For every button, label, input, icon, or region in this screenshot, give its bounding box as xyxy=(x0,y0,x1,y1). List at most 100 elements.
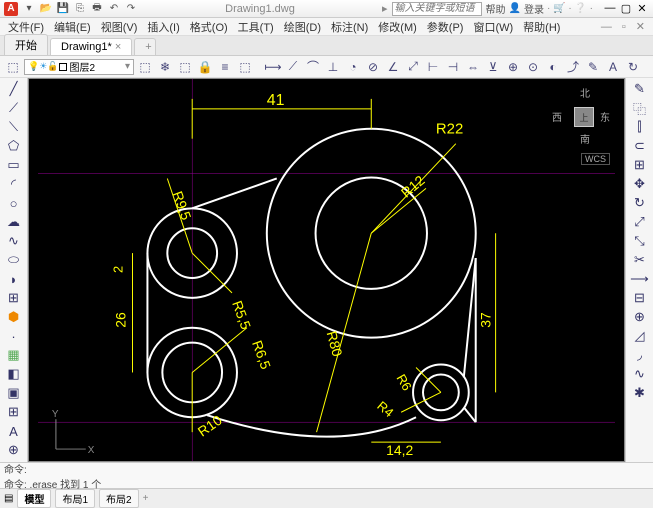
layer-match-icon[interactable]: ≡ xyxy=(216,58,234,76)
command-line[interactable]: 命令: 命令: .erase 找到 1 个 xyxy=(0,462,653,488)
dim-angular-icon[interactable]: ∠ xyxy=(384,58,402,76)
insert-tool-icon[interactable]: ⊞ xyxy=(3,289,25,307)
addselected-tool-icon[interactable]: ⊕ xyxy=(3,441,25,459)
user-icon[interactable]: 👤 xyxy=(509,3,521,14)
menu-view[interactable]: 视图(V) xyxy=(97,19,142,35)
offset-tool-icon[interactable]: ⊂ xyxy=(629,137,651,155)
dim-diameter-icon[interactable]: ⊘ xyxy=(364,58,382,76)
dim-space-icon[interactable]: ⇔ xyxy=(464,58,482,76)
doc-close-button[interactable]: ✕ xyxy=(632,20,649,33)
tab-layout1[interactable]: 布局1 xyxy=(55,489,95,508)
region-tool-icon[interactable]: ▣ xyxy=(3,384,25,402)
fillet-tool-icon[interactable]: ◞ xyxy=(629,346,651,364)
spline-tool-icon[interactable]: ∿ xyxy=(3,232,25,250)
menu-tools[interactable]: 工具(T) xyxy=(234,19,278,35)
layer-freeze-icon[interactable]: ❄ xyxy=(156,58,174,76)
tab-start[interactable]: 开始 xyxy=(4,34,48,55)
copy-tool-icon[interactable]: ⿻ xyxy=(629,99,651,117)
circle-tool-icon[interactable]: ○ xyxy=(3,194,25,212)
menu-file[interactable]: 文件(F) xyxy=(4,19,48,35)
hatch-tool-icon[interactable]: ▦ xyxy=(3,346,25,364)
mirror-tool-icon[interactable]: ⫿ xyxy=(629,118,651,136)
tab-layout2[interactable]: 布局2 xyxy=(99,489,139,508)
array-tool-icon[interactable]: ⊞ xyxy=(629,156,651,174)
dim-tolerance-icon[interactable]: ⊕ xyxy=(504,58,522,76)
break-tool-icon[interactable]: ⊟ xyxy=(629,289,651,307)
menu-window[interactable]: 窗口(W) xyxy=(469,19,517,35)
ellipse-tool-icon[interactable]: ⬭ xyxy=(3,251,25,269)
explode-tool-icon[interactable]: ✱ xyxy=(629,384,651,402)
tab-model[interactable]: 模型 xyxy=(17,489,51,508)
layer-manager-icon[interactable]: ⬚ xyxy=(4,58,22,76)
layer-lock-icon[interactable]: 🔒 xyxy=(196,58,214,76)
menu-insert[interactable]: 插入(I) xyxy=(143,19,183,35)
menu-dimension[interactable]: 标注(N) xyxy=(327,19,372,35)
point-tool-icon[interactable]: · xyxy=(3,327,25,345)
saveas-icon[interactable]: ⎘ xyxy=(73,2,87,16)
blend-tool-icon[interactable]: ∿ xyxy=(629,365,651,383)
menu-help[interactable]: 帮助(H) xyxy=(519,19,564,35)
table-tool-icon[interactable]: ⊞ xyxy=(3,403,25,421)
layer-prev-icon[interactable]: ⬚ xyxy=(236,58,254,76)
print-icon[interactable]: 🖶 xyxy=(90,2,104,16)
move-tool-icon[interactable]: ✥ xyxy=(629,175,651,193)
menu-format[interactable]: 格式(O) xyxy=(186,19,232,35)
new-icon[interactable]: ▾ xyxy=(22,2,36,16)
minimize-button[interactable]: — xyxy=(603,2,617,15)
rectangle-tool-icon[interactable]: ▭ xyxy=(3,156,25,174)
doc-restore-button[interactable]: ▫ xyxy=(618,21,630,33)
tab-add[interactable]: + xyxy=(134,38,156,55)
maximize-button[interactable]: ▢ xyxy=(619,2,633,15)
mtext-tool-icon[interactable]: A xyxy=(3,422,25,440)
xline-tool-icon[interactable]: ⟋ xyxy=(3,99,25,117)
dim-baseline-icon[interactable]: ⊢ xyxy=(424,58,442,76)
arc-tool-icon[interactable]: ◜ xyxy=(3,175,25,193)
dim-inspect-icon[interactable]: ◐ xyxy=(544,58,562,76)
dim-jog-icon[interactable]: ⤴ xyxy=(564,58,582,76)
extend-tool-icon[interactable]: ⟶ xyxy=(629,270,651,288)
dim-arc-icon[interactable]: ⌒ xyxy=(304,58,322,76)
chamfer-tool-icon[interactable]: ◿ xyxy=(629,327,651,345)
dim-center-icon[interactable]: ⊙ xyxy=(524,58,542,76)
join-tool-icon[interactable]: ⊕ xyxy=(629,308,651,326)
dim-update-icon[interactable]: ↻ xyxy=(624,58,642,76)
dim-break-icon[interactable]: ⊻ xyxy=(484,58,502,76)
trim-tool-icon[interactable]: ✂ xyxy=(629,251,651,269)
tab-layout-add[interactable]: + xyxy=(143,493,149,504)
rotate-tool-icon[interactable]: ↻ xyxy=(629,194,651,212)
open-icon[interactable]: 📂 xyxy=(39,2,53,16)
line-tool-icon[interactable]: ╱ xyxy=(3,80,25,98)
save-icon[interactable]: 💾 xyxy=(56,2,70,16)
revcloud-tool-icon[interactable]: ☁ xyxy=(3,213,25,231)
undo-icon[interactable]: ↶ xyxy=(107,2,121,16)
layer-select[interactable]: 💡☀🔓 图层2 ▾ xyxy=(24,59,134,75)
help-link[interactable]: 帮助 xyxy=(486,1,506,16)
wcs-indicator[interactable]: WCS xyxy=(581,153,610,165)
drawing-canvas[interactable]: 41 R22 R12 R9,5 R5,5 R6,5 R10 R80 R6 R4 xyxy=(28,78,625,462)
menu-draw[interactable]: 绘图(D) xyxy=(280,19,325,35)
doc-minimize-button[interactable]: — xyxy=(597,21,616,33)
app-logo[interactable]: A xyxy=(4,2,18,16)
dim-linear-icon[interactable]: ⟼ xyxy=(264,58,282,76)
dim-text-icon[interactable]: A xyxy=(604,58,622,76)
dim-quick-icon[interactable]: ⤢ xyxy=(404,58,422,76)
polygon-tool-icon[interactable]: ⬠ xyxy=(3,137,25,155)
dim-aligned-icon[interactable]: ⟋ xyxy=(284,58,302,76)
menu-modify[interactable]: 修改(M) xyxy=(374,19,421,35)
stretch-tool-icon[interactable]: ⤡ xyxy=(629,232,651,250)
layer-off-icon[interactable]: ⬚ xyxy=(176,58,194,76)
close-button[interactable]: ✕ xyxy=(635,2,649,15)
gradient-tool-icon[interactable]: ◧ xyxy=(3,365,25,383)
login-link[interactable]: 登录 xyxy=(524,1,544,16)
search-input[interactable] xyxy=(392,2,482,16)
dim-edit-icon[interactable]: ✎ xyxy=(584,58,602,76)
tab-drawing[interactable]: Drawing1* × xyxy=(50,38,132,55)
dim-ordinate-icon[interactable]: ⊥ xyxy=(324,58,342,76)
cmd-prompt-icon[interactable]: ▤ xyxy=(4,493,13,504)
erase-tool-icon[interactable]: ✎ xyxy=(629,80,651,98)
view-cube[interactable]: 北 南 西 东 上 xyxy=(554,87,614,147)
tab-close-icon[interactable]: × xyxy=(115,41,121,53)
menu-parametric[interactable]: 参数(P) xyxy=(423,19,468,35)
layer-iso-icon[interactable]: ⬚ xyxy=(136,58,154,76)
scale-tool-icon[interactable]: ⤢ xyxy=(629,213,651,231)
